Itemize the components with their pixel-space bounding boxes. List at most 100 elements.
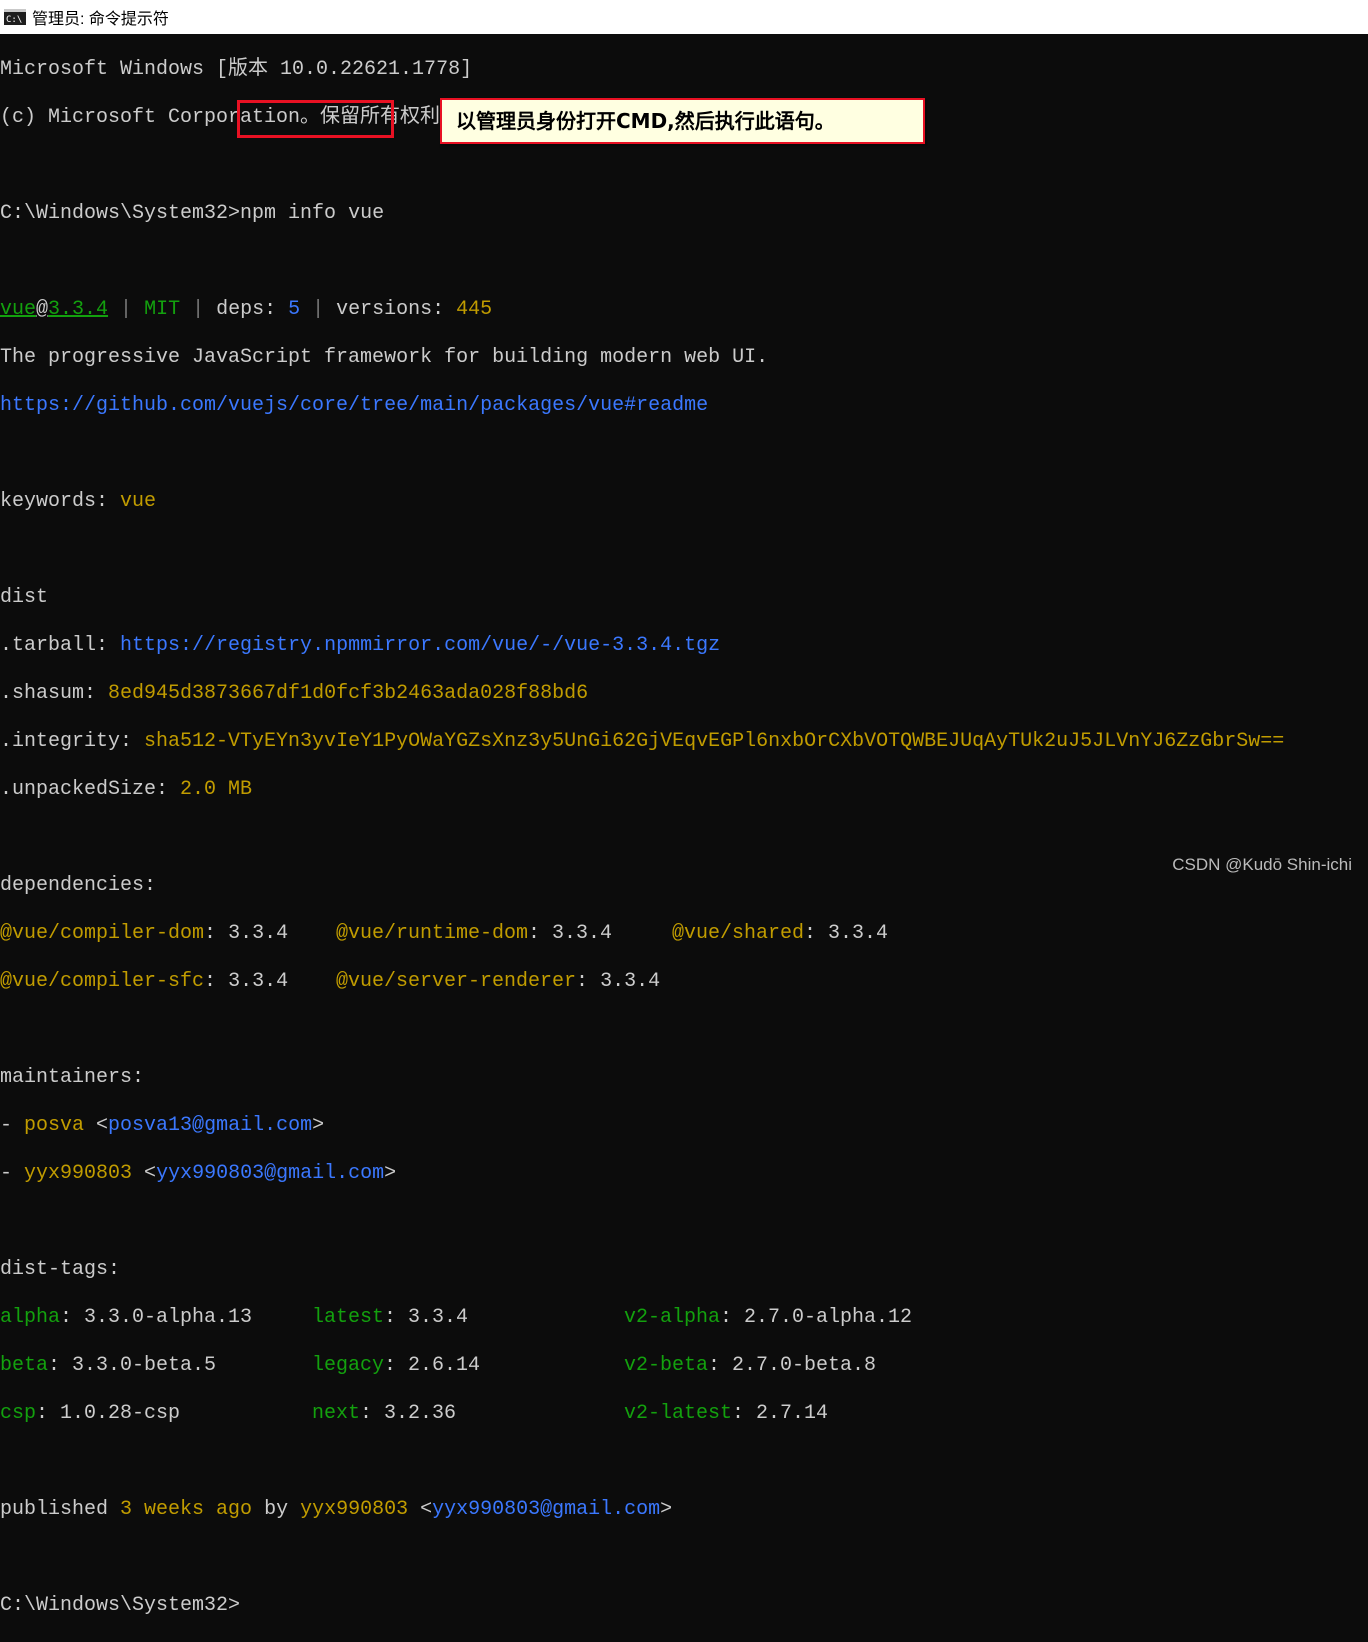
maintainer-name: posva (24, 1114, 85, 1137)
dist-tag-name: legacy (312, 1354, 385, 1377)
package-version: 3.3.4 (48, 298, 109, 321)
publisher-email[interactable]: yyx990803@gmail.com (432, 1498, 660, 1521)
dependency-version: 3.3.4 (600, 970, 661, 993)
dist-tag-name: alpha (0, 1306, 61, 1329)
dist-tag-value: 3.3.0-beta.5 (72, 1354, 217, 1377)
title-bar[interactable]: C:\ 管理员: 命令提示符 (0, 0, 1368, 34)
package-name: vue (0, 298, 37, 321)
dist-tag-value: 2.6.14 (408, 1354, 481, 1377)
integrity-line: .integrity: sha512-VTyEYn3yvIeY1PyOWaYGZ… (0, 730, 1368, 754)
tarball-line: .tarball: https://registry.npmmirror.com… (0, 634, 1368, 658)
dist-tag-value: 3.2.36 (384, 1402, 457, 1425)
keywords-line: keywords: vue (0, 490, 1368, 514)
deps-count: 5 (288, 298, 301, 321)
maintainer-row: - posva <posva13@gmail.com> (0, 1114, 325, 1137)
unpacked-value: 2.0 MB (180, 778, 253, 801)
dependency-version: 3.3.4 (552, 922, 613, 945)
dist-tag-value: 3.3.4 (408, 1306, 469, 1329)
dist-tags-label: dist-tags: (0, 1258, 121, 1281)
dependency-version: 3.3.4 (228, 922, 289, 945)
command-text: npm info vue (240, 202, 385, 225)
shasum-value: 8ed945d3873667df1d0fcf3b2463ada028f88bd6 (108, 682, 589, 705)
dist-tag-name: v2-latest (624, 1402, 733, 1425)
published-line: published 3 weeks ago by yyx990803 <yyx9… (0, 1498, 673, 1521)
dist-tags-row-3: csp: 1.0.28-csp next: 3.2.36 v2-latest: 2.… (0, 1402, 829, 1425)
separator: | (108, 298, 145, 321)
prompt: C:\Windows\System32> (0, 202, 241, 225)
dependency-name: @vue/runtime-dom (336, 922, 529, 945)
command-highlight-box (237, 100, 394, 138)
versions-count: 445 (456, 298, 493, 321)
dist-tag-value: 3.3.0-alpha.13 (84, 1306, 253, 1329)
dist-tag-name: v2-alpha (624, 1306, 721, 1329)
package-summary: vue@3.3.4 | MIT | deps: 5 | versions: 44… (0, 298, 1368, 322)
tarball-url[interactable]: https://registry.npmmirror.com/vue/-/vue… (120, 634, 720, 657)
dependencies-row-1: @vue/compiler-dom: 3.3.4 @vue/runtime-dom… (0, 922, 889, 945)
dependencies-row-2: @vue/compiler-sfc: 3.3.4 @vue/server-rend… (0, 970, 661, 993)
window-title: 管理员: 命令提示符 (32, 11, 169, 28)
cmd-icon: C:\ (4, 9, 26, 25)
separator: | (180, 298, 217, 321)
deps-label: deps: (216, 298, 289, 321)
maintainer-name: yyx990803 (24, 1162, 133, 1185)
dependency-version: 3.3.4 (228, 970, 289, 993)
dist-tag-value: 2.7.0-beta.8 (732, 1354, 877, 1377)
unpacked-line: .unpackedSize: 2.0 MB (0, 778, 1368, 802)
homepage-link[interactable]: https://github.com/vuejs/core/tree/main/… (0, 394, 1368, 418)
dist-tag-value: 2.7.14 (756, 1402, 829, 1425)
license: MIT (144, 298, 181, 321)
versions-label: versions: (336, 298, 457, 321)
maintainer-email[interactable]: posva13@gmail.com (108, 1114, 312, 1137)
publisher-name: yyx990803 (300, 1498, 409, 1521)
maintainer-row: - yyx990803 <yyx990803@gmail.com> (0, 1162, 397, 1185)
published-label: published (0, 1498, 121, 1521)
banner-line-1: Microsoft Windows [版本 10.0.22621.1778] (0, 58, 473, 81)
prompt: C:\Windows\System32> (0, 1594, 241, 1617)
dependency-name: @vue/shared (672, 922, 805, 945)
dist-tags-row-1: alpha: 3.3.0-alpha.13 latest: 3.3.4 v2-alp… (0, 1306, 913, 1329)
annotation-callout: 以管理员身份打开CMD,然后执行此语句。 (440, 98, 925, 144)
dist-tag-name: next (312, 1402, 361, 1425)
keywords-label: keywords: (0, 490, 121, 513)
dist-tag-name: latest (312, 1306, 385, 1329)
dependencies-label: dependencies: (0, 874, 157, 897)
maintainer-email[interactable]: yyx990803@gmail.com (156, 1162, 384, 1185)
dist-tag-value: 1.0.28-csp (60, 1402, 181, 1425)
package-at: @ (36, 298, 49, 321)
dist-tag-name: csp (0, 1402, 37, 1425)
package-description: The progressive JavaScript framework for… (0, 346, 769, 369)
dependency-name: @vue/compiler-dom (0, 922, 205, 945)
keywords-value: vue (120, 490, 157, 513)
dependency-name: @vue/server-renderer (336, 970, 577, 993)
published-by: by (252, 1498, 301, 1521)
dependency-name: @vue/compiler-sfc (0, 970, 205, 993)
shasum-label: .shasum: (0, 682, 109, 705)
maintainers-label: maintainers: (0, 1066, 145, 1089)
unpacked-label: .unpackedSize: (0, 778, 181, 801)
shasum-line: .shasum: 8ed945d3873667df1d0fcf3b2463ada… (0, 682, 1368, 706)
dist-tags-row-2: beta: 3.3.0-beta.5 legacy: 2.6.14 v2-beta:… (0, 1354, 877, 1377)
command-line: C:\Windows\System32>npm info vue (0, 202, 1368, 226)
published-when: 3 weeks ago (120, 1498, 253, 1521)
tarball-label: .tarball: (0, 634, 121, 657)
integrity-label: .integrity: (0, 730, 145, 753)
dist-tag-value: 2.7.0-alpha.12 (744, 1306, 913, 1329)
dependency-version: 3.3.4 (828, 922, 889, 945)
dist-tag-name: beta (0, 1354, 49, 1377)
dist-label: dist (0, 586, 49, 609)
watermark: CSDN @Kudō Shin-ichi (1172, 855, 1352, 874)
separator: | (300, 298, 337, 321)
integrity-value: sha512-VTyEYn3yvIeY1PyOWaYGZsXnz3y5UnGi6… (144, 730, 1285, 753)
final-prompt-line[interactable]: C:\Windows\System32> (0, 1594, 1368, 1618)
terminal-output[interactable]: Microsoft Windows [版本 10.0.22621.1778] (… (0, 34, 1368, 1617)
dist-tag-name: v2-beta (624, 1354, 709, 1377)
